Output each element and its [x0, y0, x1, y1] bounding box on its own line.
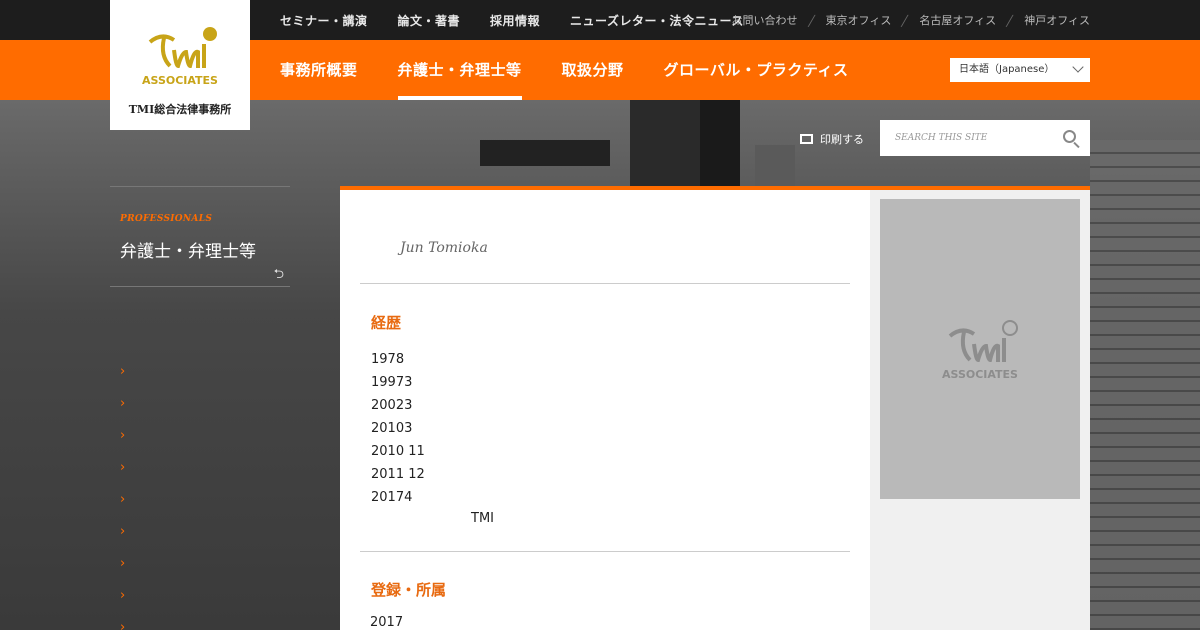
logo-firm-name: TMI総合法律事務所 [128, 103, 232, 116]
sidebar-section-jp: 弁護士・弁理士等 [120, 242, 256, 262]
career-entry: 19973 [371, 375, 413, 390]
career-entry: 20103 [371, 421, 413, 436]
search-icon[interactable] [1063, 130, 1076, 143]
sidebar-item[interactable]: › [110, 556, 290, 588]
chevron-right-icon: › [120, 556, 126, 571]
career-entry: TMI [471, 511, 494, 526]
link-kobe-office[interactable]: 神戸オフィス [1024, 12, 1090, 28]
hero-brick-wall [1090, 140, 1200, 630]
link-nagoya-office[interactable]: 名古屋オフィス [919, 12, 996, 28]
top-nav-recruit[interactable]: 採用情報 [490, 12, 540, 29]
language-select[interactable]: 日本語（Japanese） [950, 58, 1090, 82]
print-label: 印刷する [820, 133, 864, 146]
site-search [880, 120, 1090, 156]
divider [360, 551, 850, 552]
top-links: お問い合わせ | 東京オフィス | 名古屋オフィス | 神戸オフィス [732, 0, 1090, 40]
main-nav-global-practice[interactable]: グローバル・プラクティス [664, 40, 849, 100]
top-nav: セミナー・講演 論文・著書 採用情報 ニューズレター・法令ニュース [280, 0, 774, 40]
printer-icon [800, 134, 813, 144]
logo-mark-text: ASSOCIATES [142, 74, 218, 87]
chevron-right-icon: › [120, 396, 126, 411]
profile-content: Jun Tomioka 経歴 1978 19973 20023 20103 20… [340, 186, 870, 630]
registration-heading: 登録・所属 [371, 581, 447, 599]
tmi-logo-watermark-icon: ASSOCIATES [942, 320, 1018, 381]
main-nav-professionals[interactable]: 弁護士・弁理士等 [397, 40, 522, 100]
profile-side-panel: ASSOCIATES [870, 186, 1090, 630]
main-nav-about[interactable]: 事務所概要 [280, 40, 358, 100]
top-nav-publications[interactable]: 論文・著書 [398, 12, 461, 29]
chevron-right-icon: › [120, 460, 126, 475]
top-nav-seminars[interactable]: セミナー・講演 [280, 12, 368, 29]
chevron-right-icon: › [120, 364, 126, 379]
chevron-right-icon: › [120, 428, 126, 443]
main-nav: 事務所概要 弁護士・弁理士等 取扱分野 グローバル・プラクティス [280, 40, 889, 100]
language-select-value: 日本語（Japanese） [959, 64, 1055, 75]
hero-slab-light [755, 145, 795, 190]
sidebar-item[interactable]: › [110, 428, 290, 460]
chevron-right-icon: › [120, 492, 126, 507]
career-entry: 1978 [371, 352, 405, 367]
link-contact[interactable]: お問い合わせ [732, 12, 798, 28]
registration-entry: 2017 [370, 615, 404, 630]
link-separator: | [1004, 13, 1017, 27]
profile-name-en: Jun Tomioka [400, 240, 488, 256]
sidebar-item[interactable]: › [110, 364, 290, 396]
profile-photo-placeholder: ASSOCIATES [880, 199, 1080, 499]
career-entry: 2010 11 [371, 444, 425, 459]
sidebar-item[interactable]: › [110, 524, 290, 556]
hero-slab [480, 140, 610, 166]
tmi-logo-mark-icon: ASSOCIATES [142, 27, 218, 87]
link-tokyo-office[interactable]: 東京オフィス [826, 12, 892, 28]
hero-pillar-dark [700, 100, 740, 190]
sidebar: PROFESSIONALS 弁護士・弁理士等 ⮌ › › › › › › › ›… [110, 186, 290, 630]
search-input[interactable] [880, 120, 1050, 156]
sidebar-section-en: PROFESSIONALS [120, 214, 213, 224]
sidebar-item[interactable]: › [110, 460, 290, 492]
sidebar-item[interactable]: › [110, 588, 290, 620]
career-entry: 20174 [371, 490, 413, 505]
career-list: 1978 19973 20023 20103 2010 11 2011 12 2… [371, 348, 494, 529]
print-button[interactable]: 印刷する [800, 131, 864, 147]
sidebar-item[interactable]: › [110, 492, 290, 524]
main-nav-practice-areas[interactable]: 取扱分野 [562, 40, 624, 100]
sidebar-list: › › › › › › › › › [110, 364, 290, 630]
site-logo[interactable]: ASSOCIATES TMI総合法律事務所 [110, 0, 250, 130]
link-separator: | [805, 13, 818, 27]
chevron-right-icon: › [120, 588, 126, 603]
top-nav-newsletter[interactable]: ニューズレター・法令ニュース [570, 12, 744, 29]
return-arrow-icon[interactable]: ⮌ [274, 265, 284, 287]
watermark-text: ASSOCIATES [942, 368, 1018, 381]
chevron-right-icon: › [120, 524, 126, 539]
career-entry: 2011 12 [371, 467, 425, 482]
sidebar-section-header: PROFESSIONALS 弁護士・弁理士等 ⮌ [110, 186, 290, 287]
career-entry: 20023 [371, 398, 413, 413]
career-heading: 経歴 [371, 314, 402, 332]
divider [360, 283, 850, 284]
link-separator: | [899, 13, 912, 27]
chevron-down-icon [1072, 61, 1084, 73]
chevron-right-icon: › [120, 620, 126, 630]
sidebar-item[interactable]: › [110, 620, 290, 630]
sidebar-item[interactable]: › [110, 396, 290, 428]
